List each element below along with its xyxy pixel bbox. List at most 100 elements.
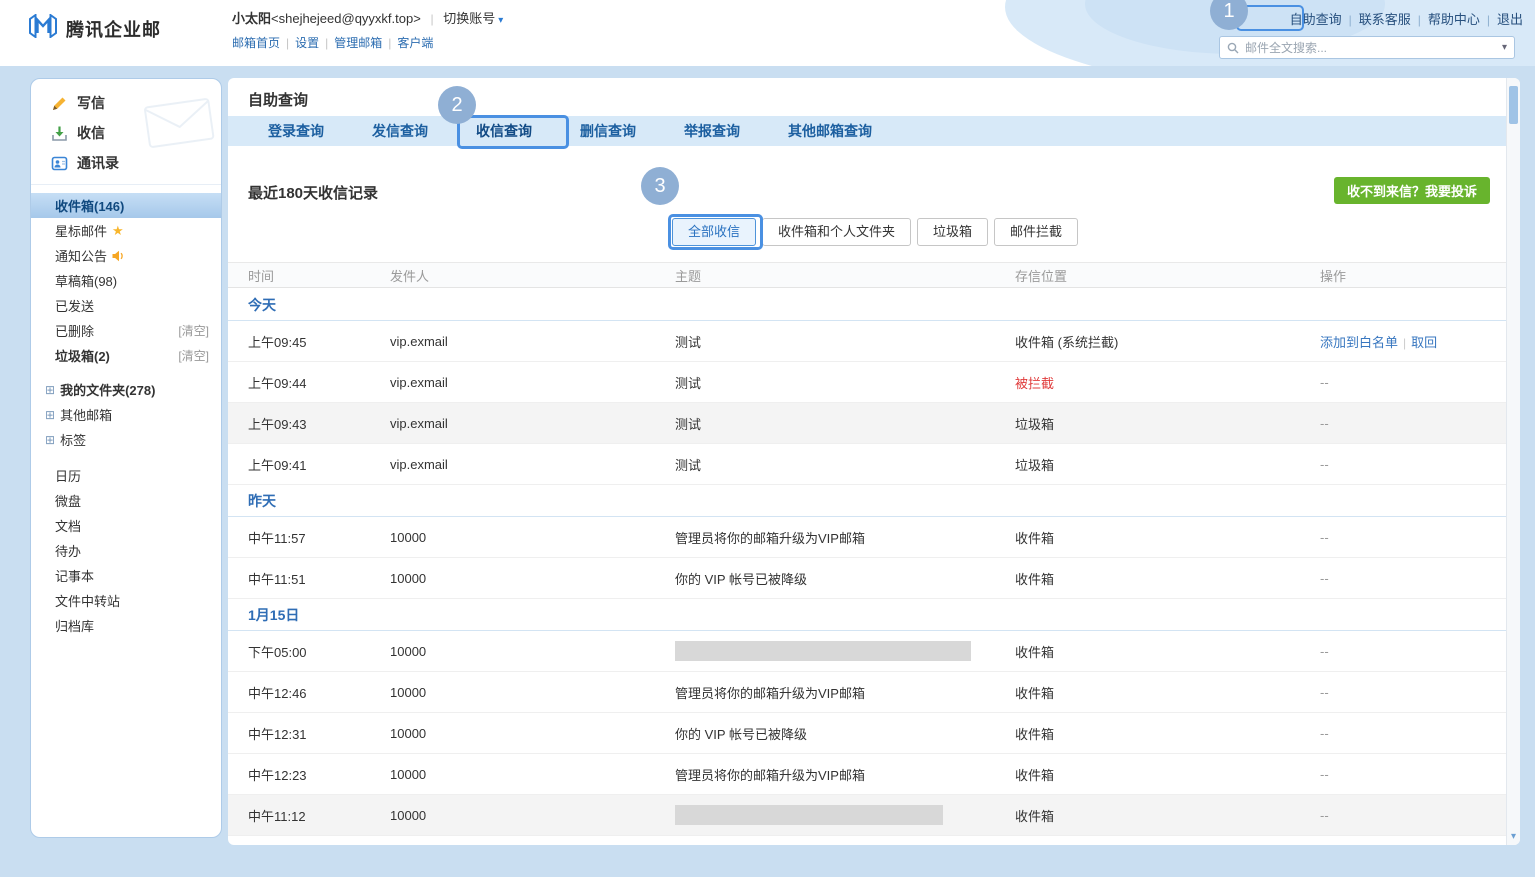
sidebar-tree-0[interactable]: ⊞我的文件夹(278) (31, 377, 221, 402)
nav-link-0[interactable]: 邮箱首页 (232, 36, 280, 50)
folder-label: 收件箱(146) (55, 196, 124, 215)
cell-sender: 10000 (390, 530, 675, 545)
op-link-0[interactable]: 添加到白名单 (1320, 335, 1398, 350)
tab-4[interactable]: 举报查询 (660, 116, 764, 146)
sidebar-tree-2[interactable]: ⊞标签 (31, 427, 221, 452)
cell-time: 中午11:12 (248, 806, 390, 825)
sidebar-app-2[interactable]: 文档 (31, 513, 221, 538)
sidebar-folder-2[interactable]: 通知公告 (31, 243, 221, 268)
table-row[interactable]: 上午09:45vip.exmail测试收件箱 (系统拦截)添加到白名单|取回 (228, 321, 1506, 362)
scrollbar[interactable]: ▾ (1506, 78, 1520, 845)
expand-icon[interactable]: ⊞ (45, 433, 55, 447)
chevron-down-icon[interactable]: ▾ (1502, 42, 1507, 53)
scrollbar-thumb[interactable] (1509, 86, 1518, 124)
sidebar-action-2[interactable]: 通讯录 (31, 148, 221, 178)
table-row[interactable]: 上午09:44vip.exmail测试被拦截-- (228, 362, 1506, 403)
no-op: -- (1320, 416, 1329, 431)
action-label: 收信 (77, 123, 105, 143)
table-row[interactable]: 中午12:4610000管理员将你的邮箱升级为VIP邮箱收件箱-- (228, 672, 1506, 713)
tab-5[interactable]: 其他邮箱查询 (764, 116, 896, 146)
filter-2[interactable]: 垃圾箱 (917, 218, 988, 246)
scrollbar-down-arrow[interactable]: ▾ (1507, 831, 1520, 842)
search-input[interactable] (1245, 41, 1502, 55)
sidebar-folder-6[interactable]: 垃圾箱(2)[清空] (31, 343, 221, 368)
sidebar-tree-1[interactable]: ⊞其他邮箱 (31, 402, 221, 427)
table-row[interactable]: 中午11:1210000收件箱-- (228, 795, 1506, 836)
cell-sender: 10000 (390, 726, 675, 741)
logo[interactable]: 腾讯企业邮 (28, 14, 161, 43)
sidebar-app-0[interactable]: 日历 (31, 463, 221, 488)
sidebar-app-5[interactable]: 文件中转站 (31, 588, 221, 613)
cell-subject: 管理员将你的邮箱升级为VIP邮箱 (675, 683, 1015, 702)
table-row[interactable]: 中午12:3110000你的 VIP 帐号已被降级收件箱-- (228, 713, 1506, 754)
main-panel: 自助查询 登录查询发信查询收信查询删信查询举报查询其他邮箱查询 最近180天收信… (228, 78, 1520, 845)
table-row[interactable]: 中午11:5110000你的 VIP 帐号已被降级收件箱-- (228, 558, 1506, 599)
cell-subject: 管理员将你的邮箱升级为VIP邮箱 (675, 765, 1015, 784)
sidebar-app-6[interactable]: 归档库 (31, 613, 221, 638)
table-row[interactable]: 上午09:41vip.exmail测试垃圾箱-- (228, 444, 1506, 485)
table-row[interactable]: 中午11:5710000管理员将你的邮箱升级为VIP邮箱收件箱-- (228, 517, 1506, 558)
sidebar-folder-5[interactable]: 已删除[清空] (31, 318, 221, 343)
nav-link-1[interactable]: 设置 (295, 36, 319, 50)
sidebar-folder-3[interactable]: 草稿箱(98) (31, 268, 221, 293)
tab-0[interactable]: 登录查询 (244, 116, 348, 146)
table-row[interactable]: 上午09:43vip.exmail测试垃圾箱-- (228, 403, 1506, 444)
complain-button[interactable]: 收不到来信？我要投诉 (1334, 177, 1490, 204)
app-list: 日历微盘文档待办记事本文件中转站归档库 (31, 463, 221, 638)
cell-location: 垃圾箱 (1015, 414, 1320, 433)
nav-link-2[interactable]: 管理邮箱 (334, 36, 382, 50)
speaker-icon (112, 250, 125, 262)
redacted-subject (675, 641, 971, 661)
sidebar-action-0[interactable]: 写信 (31, 88, 221, 118)
cell-time: 中午12:23 (248, 765, 390, 784)
annotation-box-2 (457, 115, 569, 149)
sidebar-app-4[interactable]: 记事本 (31, 563, 221, 588)
filter-1[interactable]: 收件箱和个人文件夹 (762, 218, 911, 246)
filter-3[interactable]: 邮件拦截 (994, 218, 1078, 246)
empty-folder-action[interactable]: [清空] (178, 322, 209, 339)
account-email: <shejhejeed@qyyxkf.top> (271, 11, 421, 26)
sidebar-folder-1[interactable]: 星标邮件★ (31, 218, 221, 243)
action-label: 写信 (77, 93, 105, 113)
cell-subject (675, 805, 1015, 825)
cell-time: 下午05:00 (248, 642, 390, 661)
tab-1[interactable]: 发信查询 (348, 116, 452, 146)
cell-subject (675, 641, 1015, 661)
quick-link-3[interactable]: 退出 (1497, 12, 1523, 27)
quick-link-1[interactable]: 联系客服 (1359, 12, 1411, 27)
no-op: -- (1320, 457, 1329, 472)
cell-subject: 测试 (675, 332, 1015, 351)
page-title: 自助查询 (248, 89, 308, 110)
separator: | (388, 36, 391, 50)
search-box[interactable]: ▾ (1219, 36, 1515, 59)
expand-icon[interactable]: ⊞ (45, 408, 55, 422)
switch-account-link[interactable]: 切换账号 (443, 11, 495, 26)
column-header-3: 存信位置 (1015, 266, 1320, 285)
separator: | (1349, 13, 1352, 27)
cell-operations: 添加到白名单|取回 (1320, 332, 1506, 351)
no-op: -- (1320, 644, 1329, 659)
sidebar-folder-0[interactable]: 收件箱(146) (31, 193, 221, 218)
cell-subject: 测试 (675, 373, 1015, 392)
table-row[interactable]: 下午05:0010000收件箱-- (228, 631, 1506, 672)
folder-list: 收件箱(146) 星标邮件★通知公告草稿箱(98)已发送已删除[清空]垃圾箱(2)… (31, 193, 221, 368)
date-group-header: 今天 (228, 289, 1506, 321)
nav-link-3[interactable]: 客户端 (397, 36, 433, 50)
account-block: 小太阳<shejhejeed@qyyxkf.top> | 切换账号▾ 邮箱首页|… (232, 8, 503, 51)
receive-icon (51, 125, 68, 142)
no-op: -- (1320, 726, 1329, 741)
sidebar-app-1[interactable]: 微盘 (31, 488, 221, 513)
op-link-1[interactable]: 取回 (1411, 335, 1437, 350)
annotation-badge-3: 3 (641, 167, 679, 205)
quick-link-2[interactable]: 帮助中心 (1428, 12, 1480, 27)
empty-folder-action[interactable]: [清空] (178, 347, 209, 364)
table-row[interactable]: 中午12:2310000管理员将你的邮箱升级为VIP邮箱收件箱-- (228, 754, 1506, 795)
sidebar-action-1[interactable]: 收信 (31, 118, 221, 148)
sidebar-folder-4[interactable]: 已发送 (31, 293, 221, 318)
tab-3[interactable]: 删信查询 (556, 116, 660, 146)
date-group-header: 1月15日 (228, 599, 1506, 631)
no-op: -- (1320, 808, 1329, 823)
expand-icon[interactable]: ⊞ (45, 383, 55, 397)
cell-operations: -- (1320, 808, 1506, 823)
sidebar-app-3[interactable]: 待办 (31, 538, 221, 563)
